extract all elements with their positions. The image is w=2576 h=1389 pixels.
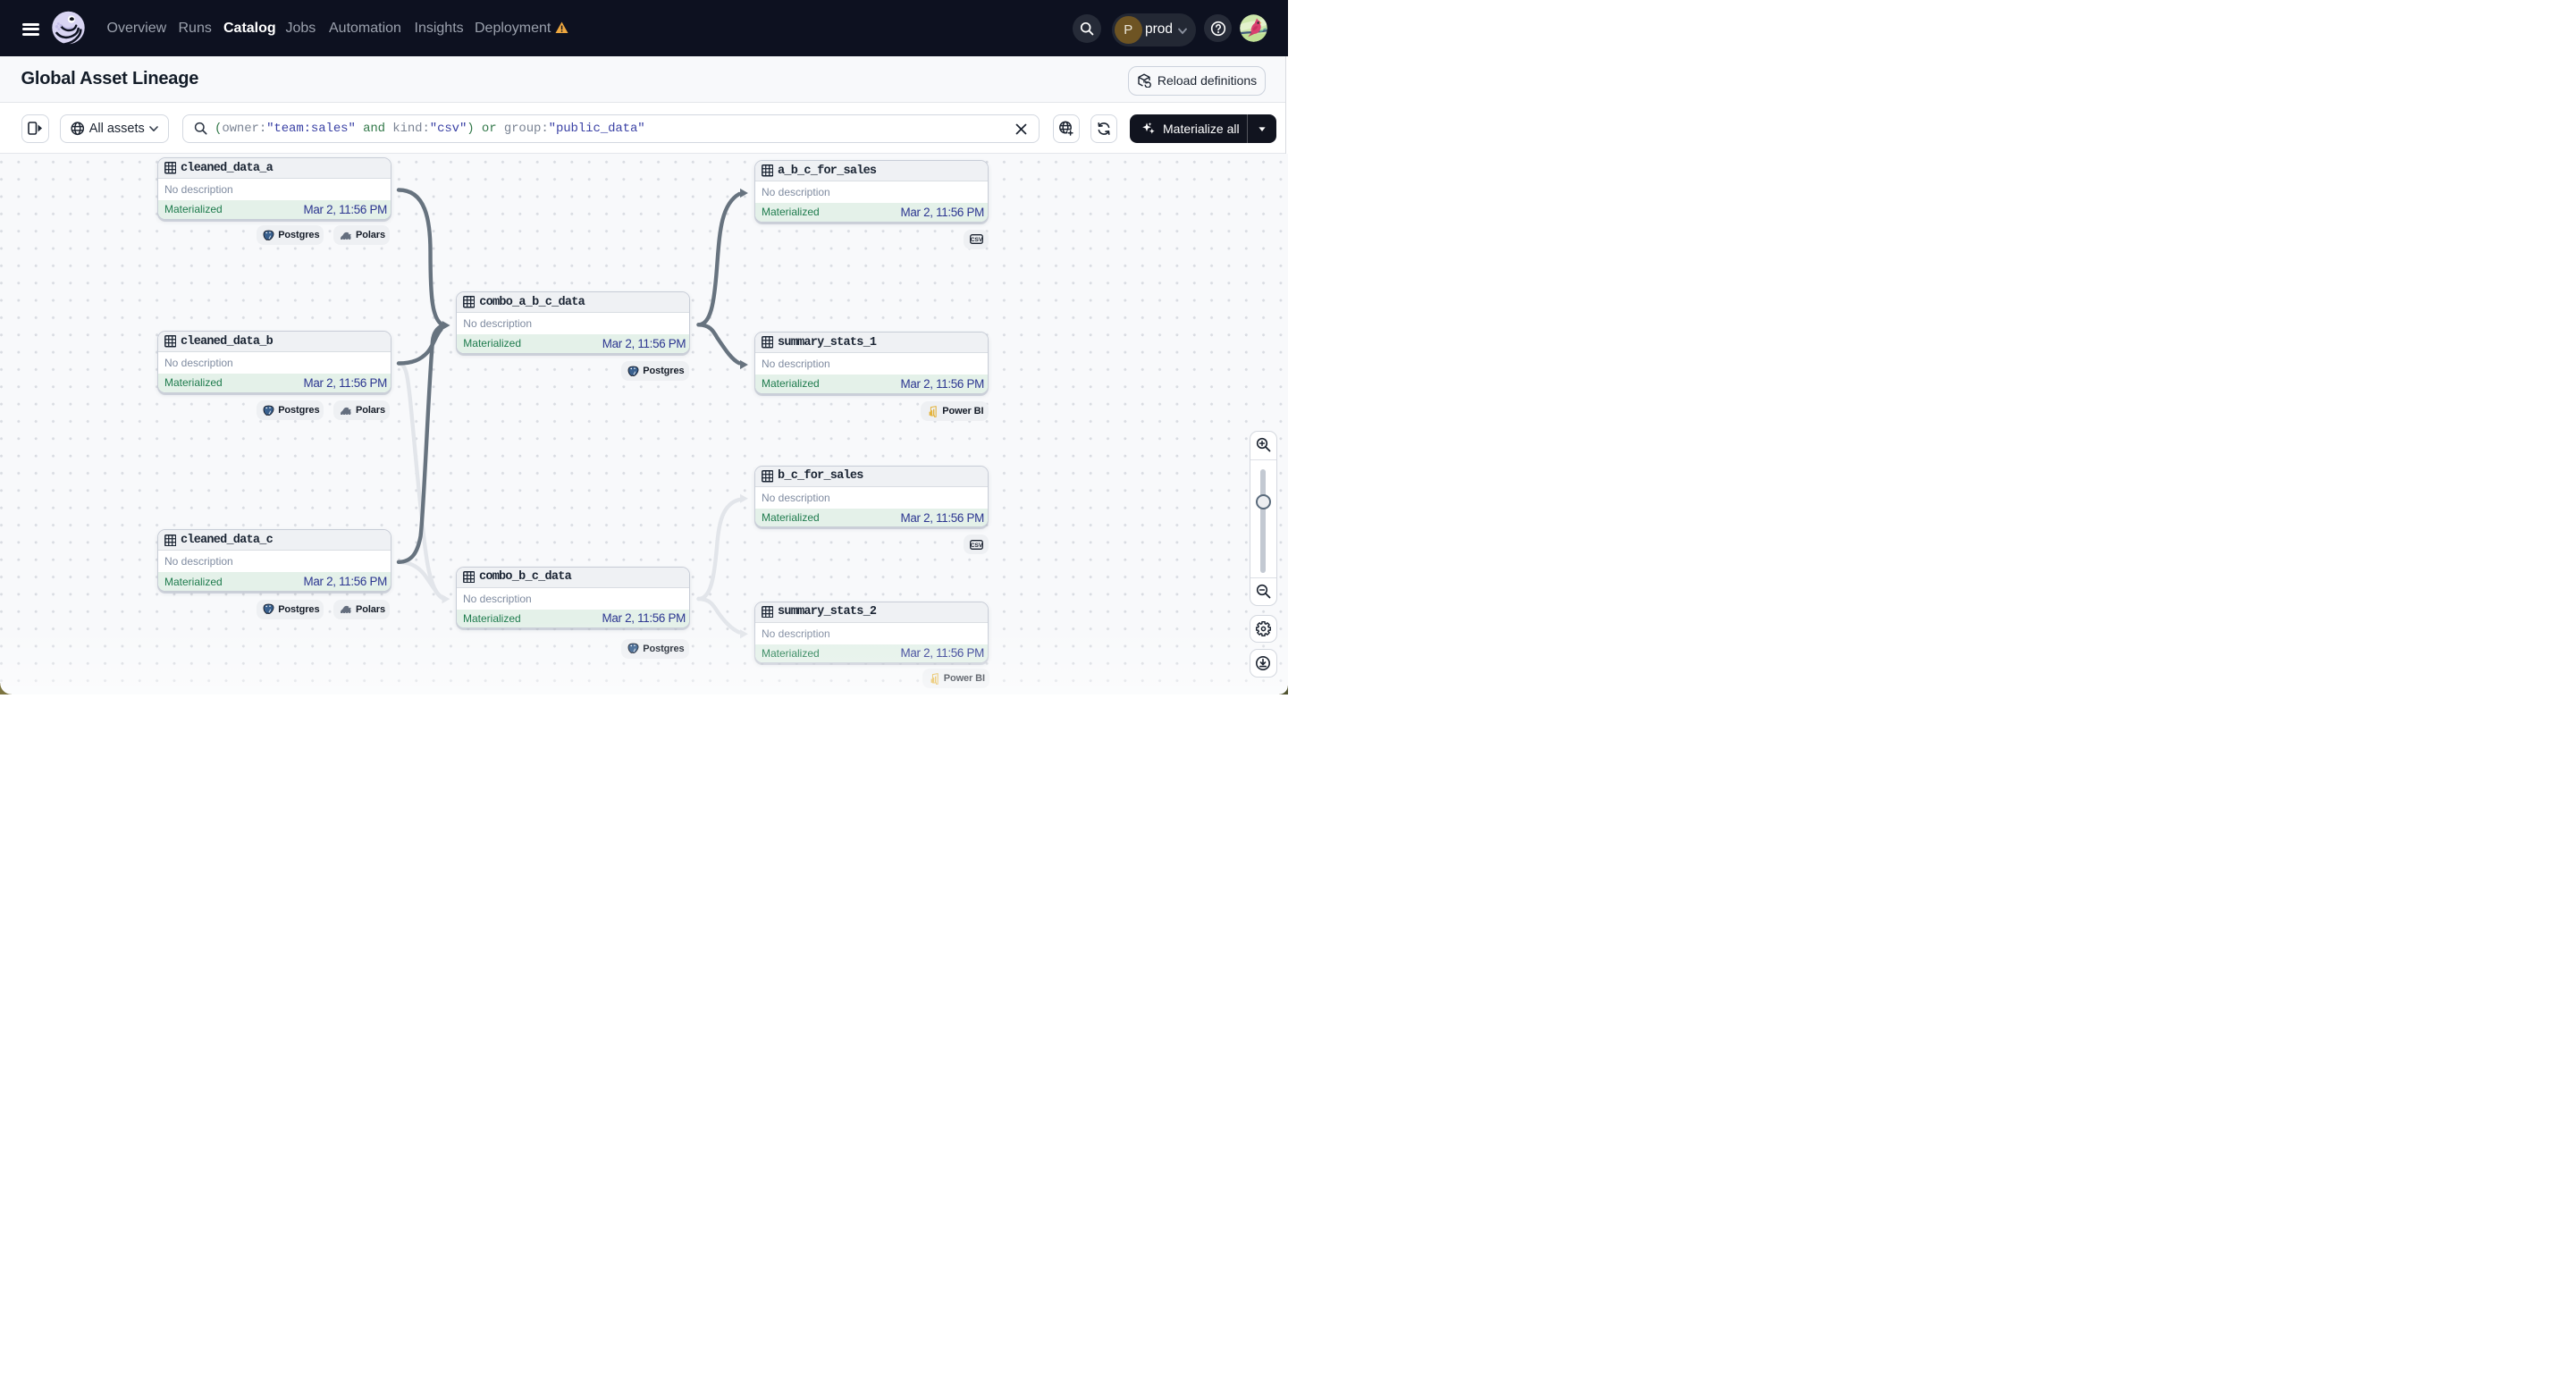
svg-text:CSV: CSV: [970, 543, 982, 549]
svg-text:CSV: CSV: [970, 237, 982, 243]
